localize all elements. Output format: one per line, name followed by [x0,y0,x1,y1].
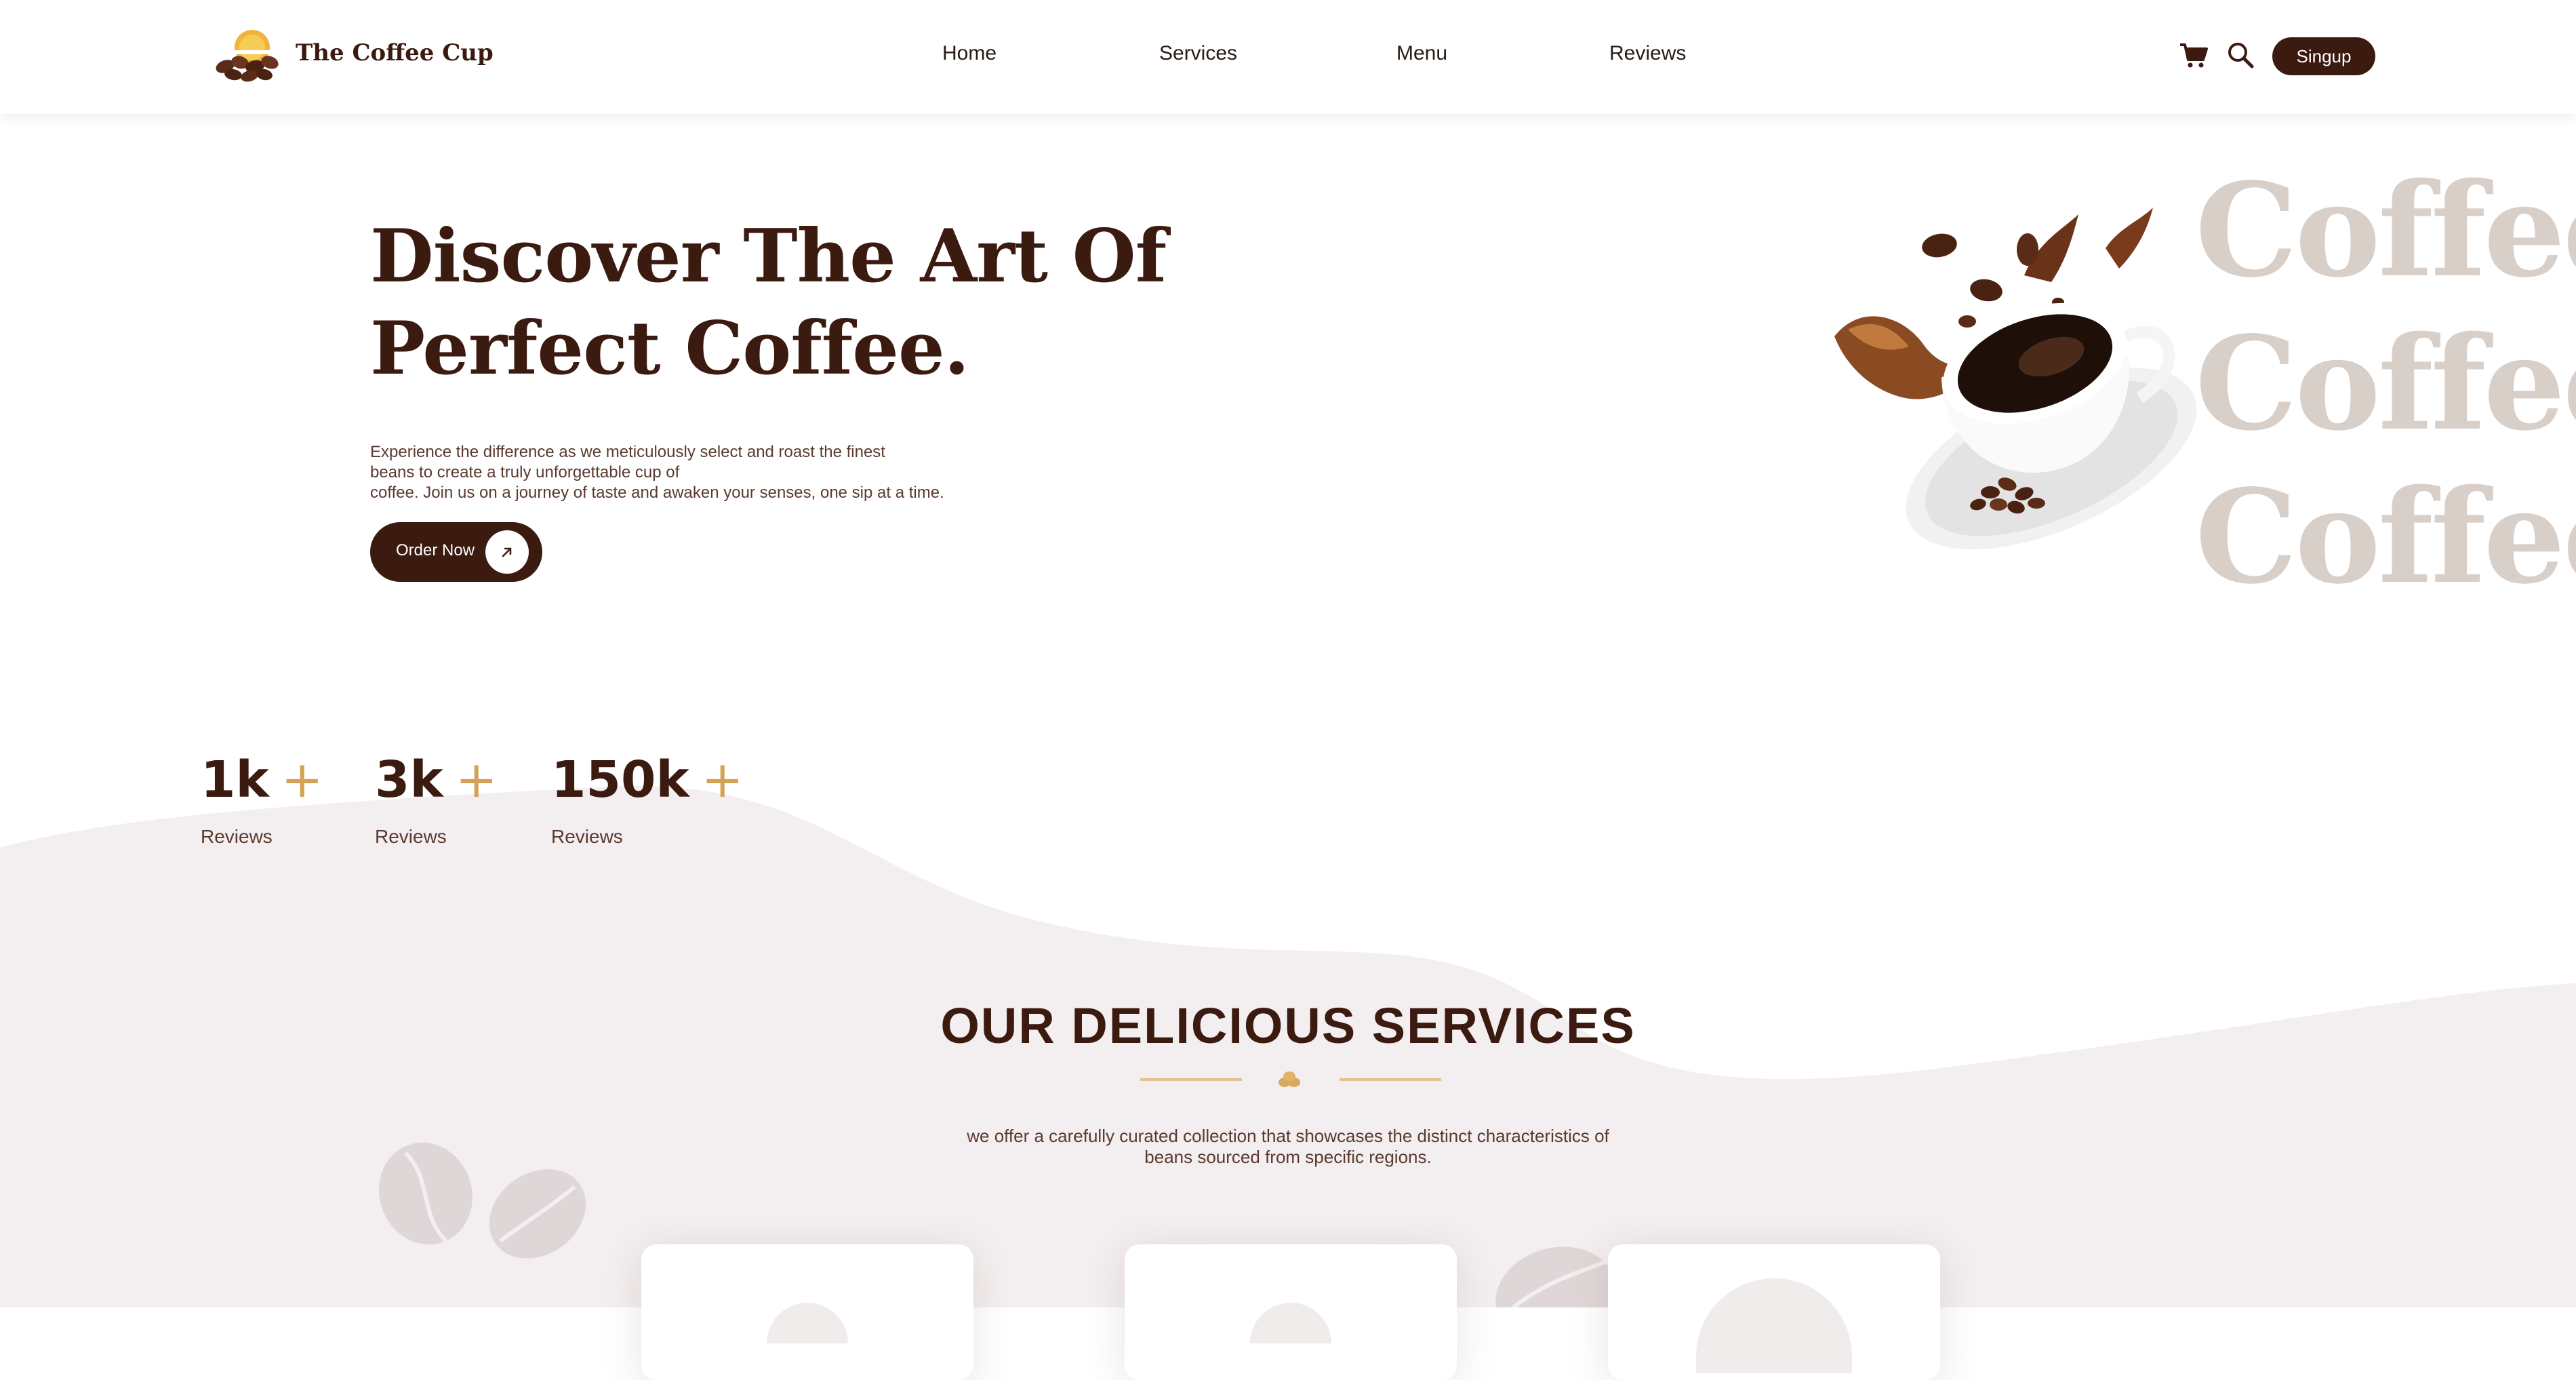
stat-label: Reviews [551,826,623,847]
hero-title-line-2: Perfect Coffee. [370,306,969,391]
services-description: we offer a carefully curated collection … [929,1126,1647,1168]
service-card[interactable] [1125,1244,1457,1380]
decorative-beans-image [379,1142,586,1259]
hero-description-line-3: coffee. Join us on a journey of taste an… [370,484,944,502]
nav-menu[interactable]: Menu [1396,42,1447,65]
background-word-coffee: Coffee [2195,461,2576,612]
service-card-image [1250,1303,1331,1343]
coffee-beans-icon [1279,1071,1300,1087]
search-icon[interactable] [2226,41,2255,69]
divider-line [1140,1078,1242,1081]
hero-description-line-1: Experience the difference as we meticulo… [370,443,885,461]
arrow-circle [485,530,529,574]
stat-value: 1k + [201,746,323,814]
nav-home[interactable]: Home [942,42,997,65]
service-card[interactable] [641,1244,973,1380]
order-now-label: Order Now [396,541,475,559]
stat-label: Reviews [201,826,273,847]
stat-value: 3k + [375,746,498,814]
signup-button[interactable]: Singup [2272,37,2375,75]
service-card[interactable] [1608,1244,1940,1380]
nav-reviews[interactable]: Reviews [1609,42,1686,65]
stat-number: 1k [201,751,269,809]
background-word-coffee: Coffee [2195,155,2576,306]
stat-item: 3k + Reviews [375,746,498,848]
logo-text: The Coffee Cup [296,39,494,66]
decorative-beans-image [1495,1246,1616,1307]
stat-plus: + [281,751,323,809]
stat-number: 150k [551,751,689,809]
site-header: The Coffee Cup Home Services Menu Review… [0,0,2576,114]
stat-item: 150k + Reviews [551,746,744,848]
hero-title-line-1: Discover The Art Of [370,214,1167,299]
hero-description: Experience the difference as we meticulo… [370,442,1021,503]
cart-icon[interactable] [2179,42,2209,69]
nav-services[interactable]: Services [1159,42,1237,65]
coffee-logo-icon [214,30,285,82]
service-card-image [767,1303,848,1343]
order-now-button[interactable]: Order Now [370,522,542,582]
logo[interactable]: The Coffee Cup [207,27,494,84]
stat-number: 3k [375,751,443,809]
services-description-line-2: beans sourced from specific regions. [1144,1147,1432,1167]
service-card-image [1696,1278,1852,1373]
stat-item: 1k + Reviews [201,746,323,848]
services-title: OUR DELICIOUS SERVICES [940,998,1636,1054]
hero-description-line-2: beans to create a truly unforgettable cu… [370,463,680,481]
stat-value: 150k + [551,746,744,814]
stat-plus: + [701,751,744,809]
coffee-cup-splash-image [1834,208,2197,549]
hero-title: Discover The Art Of Perfect Coffee. [370,210,1184,395]
arrow-up-right-icon [502,547,512,557]
stat-label: Reviews [375,826,447,847]
background-word-coffee: Coffee [2195,308,2576,459]
stat-plus: + [455,751,498,809]
divider-line [1340,1078,1441,1081]
services-description-line-1: we offer a carefully curated collection … [967,1126,1609,1146]
